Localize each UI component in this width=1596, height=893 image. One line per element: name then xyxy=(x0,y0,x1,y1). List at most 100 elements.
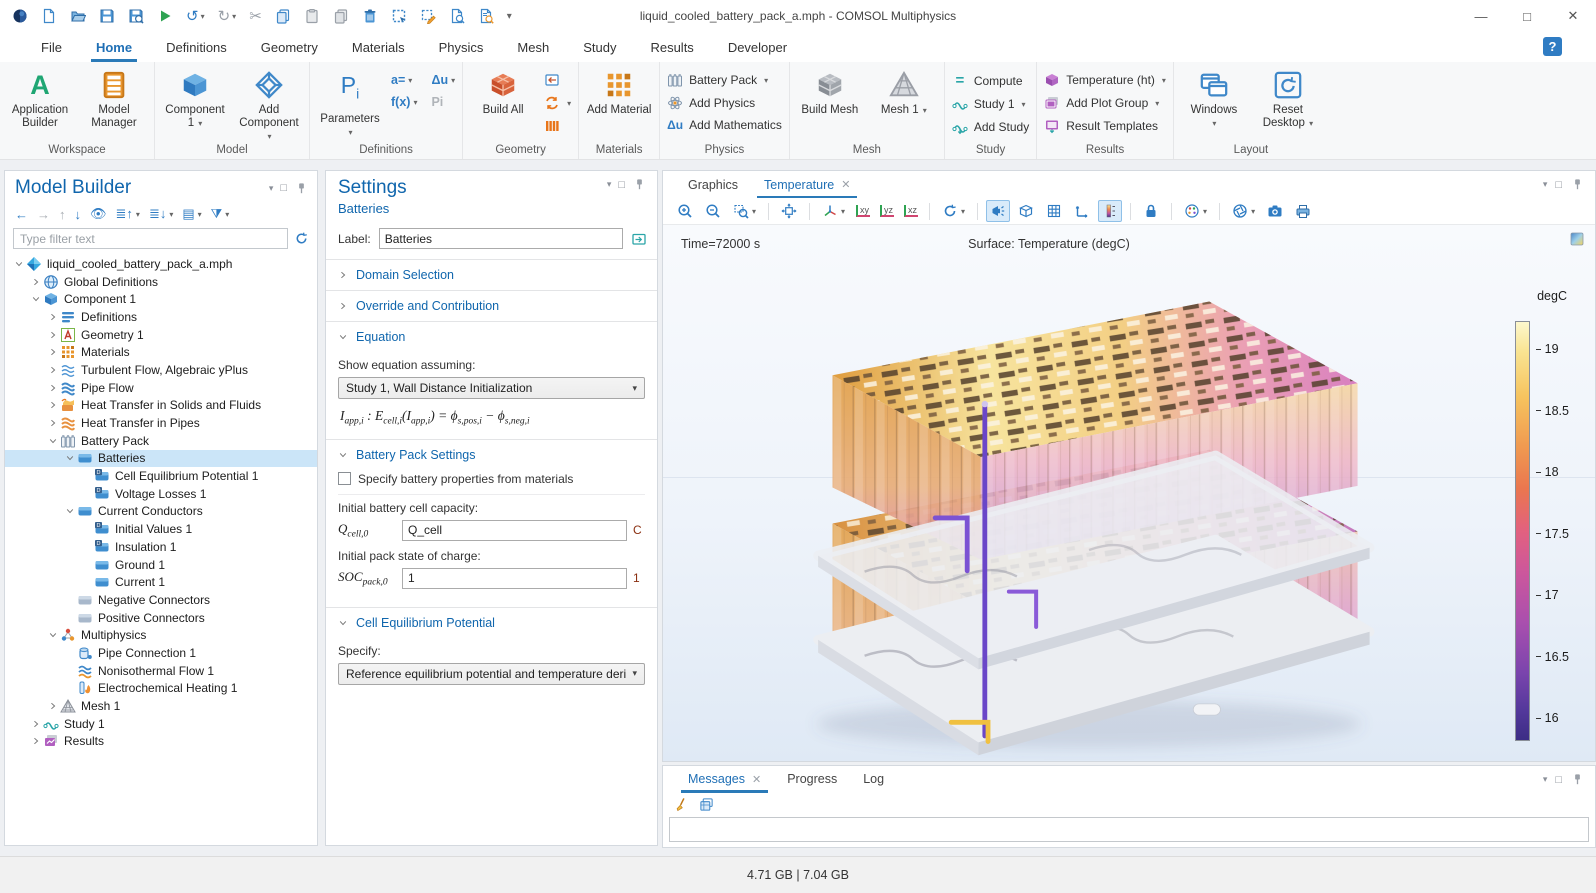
menu-tab-home[interactable]: Home xyxy=(79,32,149,62)
move-up-button[interactable]: ↑ xyxy=(59,207,66,222)
tree-item-multiphysics[interactable]: Multiphysics xyxy=(5,626,317,644)
tree-item-liquid-cooled-battery-pack-a-mph[interactable]: liquid_cooled_battery_pack_a.mph xyxy=(5,255,317,273)
tree-item-heat-transfer-in-pipes[interactable]: Heat Transfer in Pipes xyxy=(5,414,317,432)
section-battery-pack-header[interactable]: Battery Pack Settings xyxy=(338,448,645,462)
refresh-filter-icon[interactable] xyxy=(294,231,309,246)
filter-tree-button[interactable]: ⧩▾ xyxy=(211,206,230,222)
build-mesh-button[interactable]: Build Mesh xyxy=(797,65,863,117)
panel-pin-icon[interactable] xyxy=(294,181,309,196)
parameter-case-button[interactable]: Pi xyxy=(431,95,455,109)
image-snapshot-button[interactable]: ▾ xyxy=(1228,200,1259,222)
duplicate-button[interactable] xyxy=(333,8,349,24)
go-to-view-button[interactable]: ▾ xyxy=(818,200,849,222)
graphics-menu-icon[interactable]: ▾ xyxy=(1543,179,1548,190)
save-as-button[interactable] xyxy=(128,8,144,24)
reset-desktop-button[interactable]: Reset Desktop ▾ xyxy=(1255,65,1321,130)
forward-button[interactable]: → xyxy=(37,207,50,222)
plot-thumbnail-icon[interactable] xyxy=(1569,231,1585,247)
select-annotate-button[interactable] xyxy=(420,8,436,24)
find-button[interactable] xyxy=(449,8,465,24)
search-report-button[interactable] xyxy=(478,8,494,24)
tab-messages[interactable]: Messages✕ xyxy=(675,766,774,793)
copy-messages-icon[interactable] xyxy=(699,797,714,812)
capacity-input[interactable] xyxy=(402,520,627,541)
tree-item-heat-transfer-in-solids-and-fluids[interactable]: Heat Transfer in Solids and Fluids xyxy=(5,397,317,415)
create-reference-icon[interactable] xyxy=(631,231,647,247)
insert-sequence-button[interactable] xyxy=(544,72,571,88)
run-button[interactable] xyxy=(157,8,173,24)
variables-button[interactable]: a=▾ xyxy=(391,73,417,87)
partition-button[interactable] xyxy=(544,118,571,134)
camera-button[interactable] xyxy=(1263,200,1287,222)
component1-button[interactable]: Component 1 ▾ xyxy=(162,65,228,130)
back-button[interactable]: ← xyxy=(15,207,28,222)
nonlocal-couplings-button[interactable]: Δu▾ xyxy=(431,73,455,87)
tree-item-mesh-1[interactable]: Mesh 1 xyxy=(5,697,317,715)
panel-menu-icon[interactable]: ▾ xyxy=(269,183,274,194)
study1-button[interactable]: Study 1▾ xyxy=(952,96,1029,112)
tree-item-current-conductors[interactable]: Current Conductors xyxy=(5,503,317,521)
temperature-plot-button[interactable]: Temperature (ht)▾ xyxy=(1044,72,1166,88)
label-input[interactable] xyxy=(379,228,623,249)
tree-item-electrochemical-heating-1[interactable]: Electrochemical Heating 1 xyxy=(5,680,317,698)
collapse-all-button[interactable]: ≣↑▾ xyxy=(116,206,140,222)
materials-properties-checkbox[interactable] xyxy=(338,472,351,485)
move-down-button[interactable]: ↓ xyxy=(75,207,82,222)
compute-button[interactable]: =Compute xyxy=(952,72,1029,89)
tree-item-results[interactable]: Results xyxy=(5,733,317,751)
section-override-contribution[interactable]: Override and Contribution xyxy=(326,290,657,321)
redo-button[interactable]: ↻▾ xyxy=(218,7,237,25)
tree-item-turbulent-flow-algebraic-yplus[interactable]: Turbulent Flow, Algebraic yPlus xyxy=(5,361,317,379)
show-toggle-button[interactable]: 👁︎ xyxy=(90,206,107,222)
tree-item-nonisothermal-flow-1[interactable]: Nonisothermal Flow 1 xyxy=(5,662,317,680)
zoom-extents-button[interactable] xyxy=(777,200,801,222)
scene-light-button[interactable] xyxy=(986,200,1010,222)
menu-tab-geometry[interactable]: Geometry xyxy=(244,32,335,62)
tree-item-component-1[interactable]: Component 1 xyxy=(5,290,317,308)
parameters-button[interactable]: PiParameters▾ xyxy=(317,65,383,139)
add-material-button[interactable]: Add Material xyxy=(586,65,652,117)
undo-button[interactable]: ↺▾ xyxy=(186,7,205,25)
section-domain-selection[interactable]: Domain Selection xyxy=(326,259,657,290)
graphics-pin-icon[interactable] xyxy=(1570,177,1585,192)
soc-input[interactable] xyxy=(402,568,627,589)
show-grid-button[interactable] xyxy=(1042,200,1066,222)
application-builder-button[interactable]: AApplication Builder xyxy=(7,65,73,130)
tree-item-materials[interactable]: Materials xyxy=(5,343,317,361)
select-box-button[interactable] xyxy=(391,8,407,24)
messages-output-area[interactable] xyxy=(669,817,1589,842)
tree-item-positive-connectors[interactable]: Positive Connectors xyxy=(5,609,317,627)
settings-float-icon[interactable]: □ xyxy=(618,179,625,191)
messages-float-icon[interactable]: □ xyxy=(1555,774,1562,786)
menu-tab-mesh[interactable]: Mesh xyxy=(500,32,566,62)
expand-all-button[interactable]: ≣↓▾ xyxy=(149,206,173,222)
tree-item-current-1[interactable]: Current 1 xyxy=(5,573,317,591)
build-all-button[interactable]: Build All xyxy=(470,65,536,117)
tree-filter-input[interactable] xyxy=(13,228,288,249)
rebuild-button[interactable]: ▾ xyxy=(544,95,571,111)
print-button[interactable] xyxy=(1291,200,1315,222)
tree-item-battery-pack[interactable]: Battery Pack xyxy=(5,432,317,450)
zoom-in-button[interactable] xyxy=(673,200,697,222)
battery-pack-button[interactable]: Battery Pack▾ xyxy=(667,72,782,88)
color-theme-button[interactable]: ▾ xyxy=(1180,200,1211,222)
tree-item-voltage-losses-1[interactable]: Voltage Losses 1 xyxy=(5,485,317,503)
tree-item-ground-1[interactable]: Ground 1 xyxy=(5,556,317,574)
help-button[interactable]: ? xyxy=(1543,37,1562,56)
copy-button[interactable] xyxy=(275,8,291,24)
menu-tab-file[interactable]: File xyxy=(24,32,79,62)
tree-item-definitions[interactable]: Definitions xyxy=(5,308,317,326)
new-file-button[interactable] xyxy=(41,8,57,24)
tab-temperature[interactable]: Temperature✕ xyxy=(751,171,863,198)
tree-item-pipe-connection-1[interactable]: Pipe Connection 1 xyxy=(5,644,317,662)
rotate-view-button[interactable]: ▾ xyxy=(938,200,969,222)
tree-item-cell-equilibrium-potential-1[interactable]: Cell Equilibrium Potential 1 xyxy=(5,467,317,485)
add-mathematics-button[interactable]: ΔuAdd Mathematics xyxy=(667,118,782,132)
tree-item-pipe-flow[interactable]: Pipe Flow xyxy=(5,379,317,397)
menu-tab-results[interactable]: Results xyxy=(633,32,710,62)
menu-tab-definitions[interactable]: Definitions xyxy=(149,32,244,62)
windows-button[interactable]: Windows▾ xyxy=(1181,65,1247,130)
lock-view-button[interactable] xyxy=(1139,200,1163,222)
show-axis-button[interactable] xyxy=(1070,200,1094,222)
tree-item-batteries[interactable]: Batteries xyxy=(5,450,317,468)
